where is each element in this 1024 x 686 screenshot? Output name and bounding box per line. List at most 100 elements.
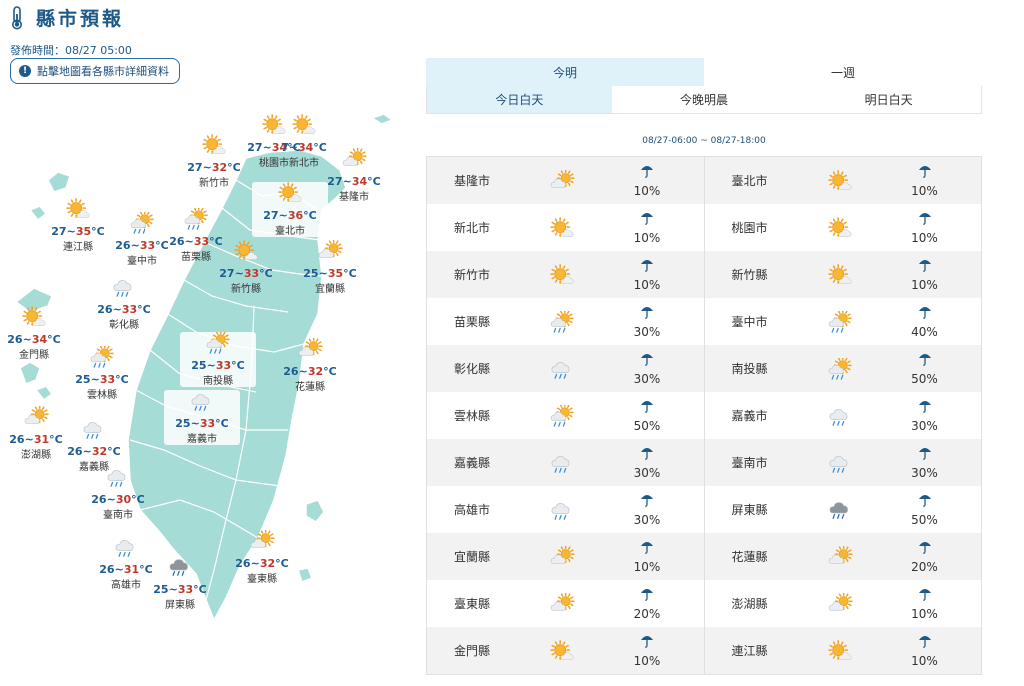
low-temp: 26 xyxy=(283,365,299,378)
forecast-cell[interactable]: 南投縣 50% xyxy=(703,345,982,392)
forecast-cell[interactable]: 屏東縣 50% xyxy=(703,486,982,533)
table-row: 彰化縣 30% 南投縣 50% xyxy=(427,345,981,392)
city-name[interactable]: 新北市 xyxy=(427,219,527,236)
tab-today-tomorrow[interactable]: 今明 xyxy=(426,58,704,86)
city-temperature: 27~36°C xyxy=(263,209,317,222)
city-name[interactable]: 基隆市 xyxy=(427,172,527,189)
umbrella-icon xyxy=(640,351,654,370)
low-temp: 26 xyxy=(9,433,25,446)
forecast-cell[interactable]: 彰化縣 30% xyxy=(427,345,704,392)
city-name[interactable]: 宜蘭縣 xyxy=(427,548,527,565)
map-city-label[interactable]: 25~35°C 宜蘭縣 xyxy=(292,239,368,295)
map-city-label[interactable]: 26~33°C 彰化縣 xyxy=(86,276,162,331)
map-city-label[interactable]: 26~30°C 臺南市 xyxy=(80,466,156,521)
rain-percent: 10% xyxy=(633,231,661,245)
high-temp: 32 xyxy=(259,557,276,570)
forecast-cell[interactable]: 澎湖縣 10% xyxy=(703,580,982,627)
forecast-cell[interactable]: 臺南市 30% xyxy=(703,439,982,486)
city-temperature: 25~35°C xyxy=(303,267,357,280)
city-name[interactable]: 澎湖縣 xyxy=(705,595,805,612)
rain-percent: 10% xyxy=(633,184,661,198)
high-temp: 33 xyxy=(177,583,194,596)
city-name: 花蓮縣 xyxy=(295,382,325,393)
city-name[interactable]: 屏東縣 xyxy=(705,501,805,518)
city-name[interactable]: 桃園市 xyxy=(705,219,805,236)
map-city-label[interactable]: 25~33°C 嘉義市 xyxy=(164,390,240,445)
sun-cloud-icon xyxy=(527,263,597,286)
forecast-cell[interactable]: 宜蘭縣 10% xyxy=(427,533,704,580)
map-city-label[interactable]: 25~33°C 屏東縣 xyxy=(142,556,218,611)
city-name[interactable]: 臺南市 xyxy=(705,454,805,471)
rain-probability: 30% xyxy=(597,351,697,386)
forecast-cell[interactable]: 高雄市 30% xyxy=(427,486,704,533)
city-name[interactable]: 臺東縣 xyxy=(427,595,527,612)
page-header: 縣市預報 xyxy=(8,4,124,31)
city-name[interactable]: 彰化縣 xyxy=(427,360,527,377)
forecast-cell[interactable]: 雲林縣 50% xyxy=(427,392,704,439)
city-name[interactable]: 連江縣 xyxy=(705,642,805,659)
rain-probability: 10% xyxy=(875,210,975,245)
city-name[interactable]: 新竹市 xyxy=(427,266,527,283)
forecast-cell[interactable]: 基隆市 10% xyxy=(427,157,704,204)
city-temperature: 26~34°C xyxy=(7,333,61,346)
umbrella-icon xyxy=(918,351,932,370)
tab-week[interactable]: 一週 xyxy=(704,58,982,86)
cloud-sun-icon xyxy=(805,545,875,568)
low-temp: 26 xyxy=(99,563,115,576)
city-name[interactable]: 苗栗縣 xyxy=(427,313,527,330)
city-name[interactable]: 臺中市 xyxy=(705,313,805,330)
map-city-label[interactable]: 25~33°C 南投縣 xyxy=(180,330,256,387)
tab-tonight[interactable]: 今晚明晨 xyxy=(612,86,797,113)
umbrella-icon xyxy=(640,586,654,605)
table-row: 嘉義縣 30% 臺南市 30% xyxy=(427,439,981,486)
forecast-cell[interactable]: 桃園市 10% xyxy=(703,204,982,251)
forecast-cell[interactable]: 臺東縣 20% xyxy=(427,580,704,627)
forecast-cell[interactable]: 新北市 10% xyxy=(427,204,704,251)
rain-probability: 50% xyxy=(597,398,697,433)
map-city-label[interactable]: 26~34°C 金門縣 xyxy=(0,306,72,361)
city-name[interactable]: 金門縣 xyxy=(427,642,527,659)
rain-probability: 10% xyxy=(597,633,697,668)
map-city-label[interactable]: 26~32°C 臺東縣 xyxy=(224,529,300,585)
map-city-label[interactable]: 27~33°C 新竹縣 xyxy=(208,240,284,295)
map-city-label[interactable]: 26~32°C 嘉義縣 xyxy=(56,418,132,473)
low-temp: 26 xyxy=(169,235,185,248)
map-hint-button[interactable]: ! 點擊地圖看各縣市詳細資料 xyxy=(10,58,180,84)
city-name: 臺南市 xyxy=(103,510,133,521)
city-name[interactable]: 南投縣 xyxy=(705,360,805,377)
city-name: 宜蘭縣 xyxy=(315,284,345,295)
tab-today-day[interactable]: 今日白天 xyxy=(427,86,612,113)
forecast-cell[interactable]: 連江縣 10% xyxy=(703,627,982,674)
forecast-cell[interactable]: 金門縣 10% xyxy=(427,627,704,674)
city-name: 嘉義市 xyxy=(187,434,217,445)
city-name[interactable]: 嘉義縣 xyxy=(427,454,527,471)
city-name[interactable]: 雲林縣 xyxy=(427,407,527,424)
forecast-cell[interactable]: 臺中市 40% xyxy=(703,298,982,345)
taiwan-map[interactable]: 27~32°C 新竹市 27~34°C 桃園市 7~34°C 新北市 27~34°C 基隆市 2… xyxy=(0,100,420,686)
city-name[interactable]: 嘉義市 xyxy=(705,407,805,424)
forecast-cell[interactable]: 花蓮縣 20% xyxy=(703,533,982,580)
city-name[interactable]: 臺北市 xyxy=(705,172,805,189)
city-name[interactable]: 高雄市 xyxy=(427,501,527,518)
city-name[interactable]: 新竹縣 xyxy=(705,266,805,283)
forecast-cell[interactable]: 苗栗縣 30% xyxy=(427,298,704,345)
map-city-label[interactable]: 25~33°C 雲林縣 xyxy=(64,344,140,401)
city-name: 屏東縣 xyxy=(165,600,195,611)
sun-rain-icon xyxy=(205,330,231,358)
table-row: 新竹市 10% 新竹縣 10% xyxy=(427,251,981,298)
forecast-cell[interactable]: 嘉義市 30% xyxy=(703,392,982,439)
city-name[interactable]: 花蓮縣 xyxy=(705,548,805,565)
forecast-cell[interactable]: 新竹市 10% xyxy=(427,251,704,298)
tab-tomorrow-day[interactable]: 明日白天 xyxy=(796,86,981,113)
map-city-label[interactable]: 27~36°C 臺北市 xyxy=(252,182,328,237)
high-temp: 33 xyxy=(243,267,260,280)
high-temp: 31 xyxy=(123,563,140,576)
map-city-label[interactable]: 26~32°C 花蓮縣 xyxy=(272,337,348,393)
forecast-cell[interactable]: 嘉義縣 30% xyxy=(427,439,704,486)
low-temp: 25 xyxy=(191,359,207,372)
cloud-rain-icon xyxy=(105,466,131,492)
forecast-cell[interactable]: 新竹縣 10% xyxy=(703,251,982,298)
rain-probability: 10% xyxy=(875,163,975,198)
cloud-sun-icon xyxy=(297,337,323,364)
forecast-cell[interactable]: 臺北市 10% xyxy=(703,157,982,204)
